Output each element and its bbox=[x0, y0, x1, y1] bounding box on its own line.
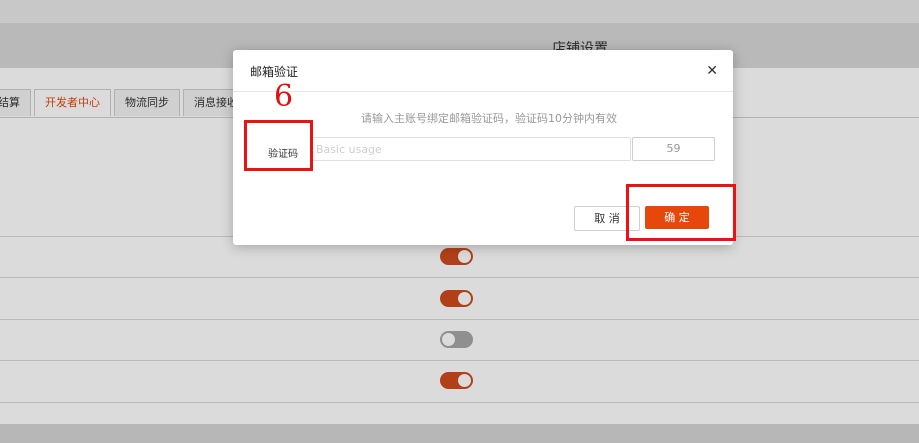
annotation-step-number: 6 bbox=[274, 79, 294, 114]
dialog-title: 邮箱验证 bbox=[250, 65, 299, 79]
annotation-box-code-label bbox=[244, 120, 313, 171]
dialog-divider bbox=[233, 91, 733, 92]
close-icon[interactable]: ✕ bbox=[706, 63, 718, 79]
resend-countdown-button[interactable]: 59 bbox=[632, 137, 715, 161]
annotation-box-confirm bbox=[626, 184, 736, 241]
verification-hint: 请输入主账号绑定邮箱验证码，验证码10分钟内有效 bbox=[361, 112, 617, 125]
verification-code-input[interactable] bbox=[311, 137, 631, 161]
